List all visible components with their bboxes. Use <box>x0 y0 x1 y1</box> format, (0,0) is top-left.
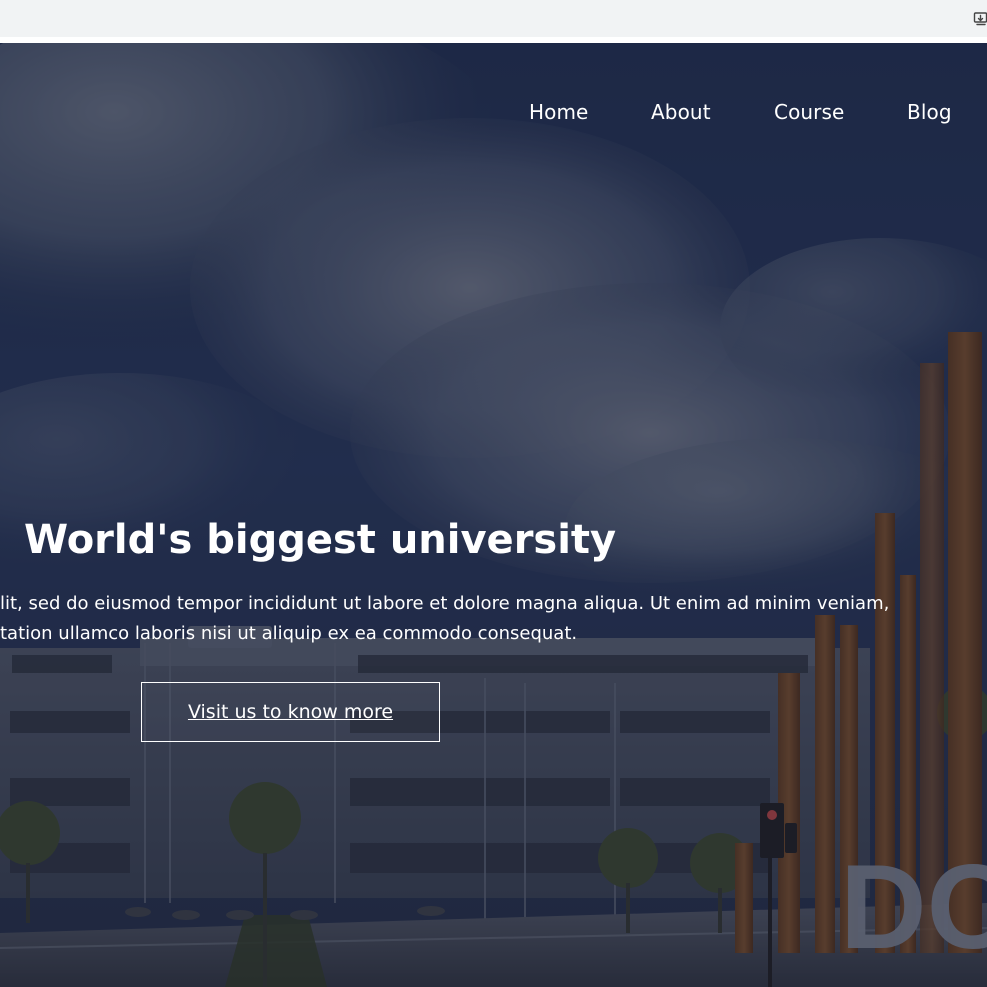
browser-toolbar <box>0 0 987 37</box>
nav-link-about[interactable]: About <box>651 98 711 126</box>
browser-strip <box>0 0 987 43</box>
install-app-icon[interactable] <box>973 11 987 27</box>
visit-us-button[interactable]: Visit us to know more <box>141 682 440 742</box>
hero-description: lit, sed do eiusmod tempor incididunt ut… <box>0 589 987 649</box>
hero-description-line-2: tation ullamco laboris nisi ut aliquip e… <box>0 623 578 644</box>
nav-link-course[interactable]: Course <box>774 98 844 126</box>
main-navigation: Home About Course Blog <box>529 98 987 126</box>
hero-banner: DO Home About Course Blog World's bigges… <box>0 43 987 987</box>
nav-link-home[interactable]: Home <box>529 98 588 126</box>
hero-title: World's biggest university <box>24 517 617 563</box>
hero-description-line-1: lit, sed do eiusmod tempor incididunt ut… <box>0 593 890 614</box>
hero-dark-overlay <box>0 43 987 987</box>
nav-link-blog[interactable]: Blog <box>907 98 952 126</box>
